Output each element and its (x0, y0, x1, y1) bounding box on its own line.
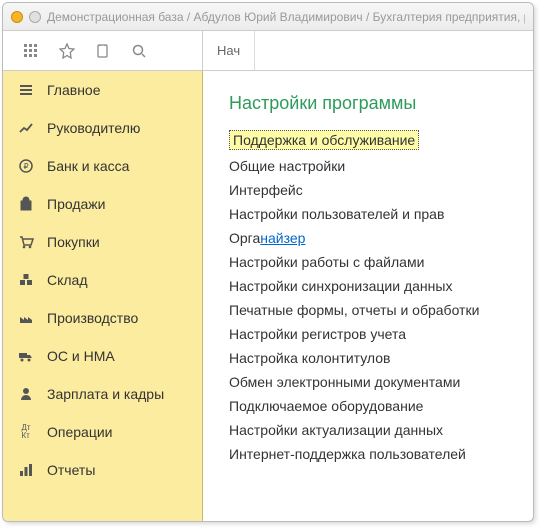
sidebar: Главное Руководителю ₽ Банк и касса Прод… (3, 71, 203, 521)
sidebar-item-label: Руководителю (47, 120, 140, 136)
link-update[interactable]: Настройки актуализации данных (229, 422, 523, 438)
link-files[interactable]: Настройки работы с файлами (229, 254, 523, 270)
link-interface[interactable]: Интерфейс (229, 182, 523, 198)
link-print[interactable]: Печатные формы, отчеты и обработки (229, 302, 523, 318)
factory-icon (17, 309, 35, 327)
sidebar-item-label: Склад (47, 272, 88, 288)
sidebar-item-label: Операции (47, 424, 113, 440)
search-button[interactable] (121, 33, 157, 69)
link-organizer[interactable]: Органайзер (229, 230, 523, 246)
sidebar-item-manufacturing[interactable]: Производство (3, 299, 202, 337)
cart-icon (17, 233, 35, 251)
sidebar-item-label: Главное (47, 82, 101, 98)
sidebar-item-label: Зарплата и кадры (47, 386, 164, 402)
sidebar-item-operations[interactable]: ДтКт Операции (3, 413, 202, 451)
section-title: Настройки программы (229, 93, 523, 114)
menu-icon (17, 81, 35, 99)
ruble-icon: ₽ (17, 157, 35, 175)
truck-icon (17, 347, 35, 365)
link-support[interactable]: Поддержка и обслуживание (229, 130, 419, 150)
sidebar-item-reports[interactable]: Отчеты (3, 451, 202, 489)
toolbar: Нач (3, 31, 533, 71)
boxes-icon (17, 271, 35, 289)
link-sync[interactable]: Настройки синхронизации данных (229, 278, 523, 294)
window-maximize-icon[interactable] (29, 11, 41, 23)
tab-start[interactable]: Нач (203, 31, 255, 70)
sidebar-item-bank[interactable]: ₽ Банк и касса (3, 147, 202, 185)
svg-text:₽: ₽ (23, 162, 28, 171)
sidebar-item-label: ОС и НМА (47, 348, 115, 364)
chart-icon (17, 461, 35, 479)
trend-icon (17, 119, 35, 137)
sidebar-item-label: Отчеты (47, 462, 95, 478)
link-registers[interactable]: Настройки регистров учета (229, 326, 523, 342)
apps-button[interactable] (13, 33, 49, 69)
sidebar-item-warehouse[interactable]: Склад (3, 261, 202, 299)
sidebar-item-sales[interactable]: Продажи (3, 185, 202, 223)
history-icon (95, 43, 111, 59)
link-headers[interactable]: Настройка колонтитулов (229, 350, 523, 366)
person-icon (17, 385, 35, 403)
bag-icon (17, 195, 35, 213)
sidebar-item-label: Банк и касса (47, 158, 129, 174)
sidebar-item-hr[interactable]: Зарплата и кадры (3, 375, 202, 413)
titlebar: Демонстрационная база / Абдулов Юрий Вла… (3, 3, 533, 31)
favorites-button[interactable] (49, 33, 85, 69)
settings-link-list: Поддержка и обслуживание Общие настройки… (229, 130, 523, 462)
dtkt-icon: ДтКт (17, 423, 35, 441)
sidebar-item-label: Покупки (47, 234, 100, 250)
star-icon (59, 43, 75, 59)
link-general[interactable]: Общие настройки (229, 158, 523, 174)
link-support-online[interactable]: Интернет-поддержка пользователей (229, 446, 523, 462)
link-edoc[interactable]: Обмен электронными документами (229, 374, 523, 390)
sidebar-item-manager[interactable]: Руководителю (3, 109, 202, 147)
grid-icon (23, 43, 39, 59)
sidebar-item-label: Производство (47, 310, 138, 326)
sidebar-item-purchases[interactable]: Покупки (3, 223, 202, 261)
window-title: Демонстрационная база / Абдулов Юрий Вла… (47, 10, 525, 24)
search-icon (131, 43, 147, 59)
sidebar-item-assets[interactable]: ОС и НМА (3, 337, 202, 375)
window-close-icon[interactable] (11, 11, 23, 23)
link-users[interactable]: Настройки пользователей и прав (229, 206, 523, 222)
link-hardware[interactable]: Подключаемое оборудование (229, 398, 523, 414)
main-panel: Настройки программы Поддержка и обслужив… (203, 71, 533, 521)
history-button[interactable] (85, 33, 121, 69)
sidebar-item-main[interactable]: Главное (3, 71, 202, 109)
tab-label: Нач (217, 43, 240, 58)
sidebar-item-label: Продажи (47, 196, 105, 212)
